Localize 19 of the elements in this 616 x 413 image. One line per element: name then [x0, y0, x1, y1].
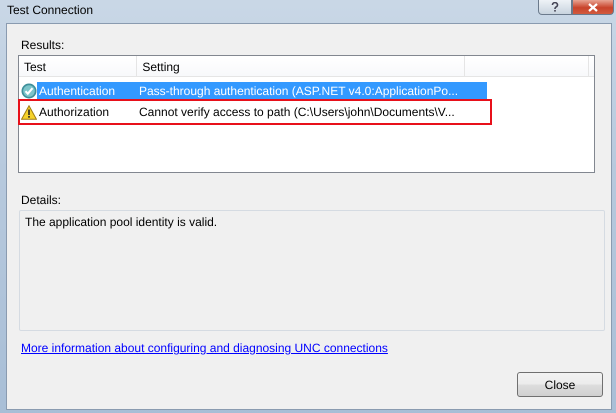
details-label: Details:	[21, 193, 62, 207]
help-link[interactable]: More information about configuring and diagnosing UNC connections	[21, 341, 388, 355]
close-icon	[588, 2, 598, 12]
test-cell-text: Authentication	[38, 84, 116, 98]
test-cell-text: Authorization	[38, 105, 110, 119]
close-window-button[interactable]	[572, 0, 614, 15]
setting-cell-text: Cannot verify access to path (C:\Users\john\Documents\V...	[138, 105, 456, 119]
details-text: The application pool identity is valid.	[25, 215, 218, 229]
window-title: Test Connection	[7, 3, 94, 17]
column-header[interactable]: Setting	[137, 56, 465, 77]
column-header[interactable]: Test	[19, 56, 138, 77]
result-row[interactable]: Authorization Cannot verify access to path (C:\Users\john\Documents\V...	[37, 103, 487, 121]
close-button[interactable]: Close	[517, 372, 603, 397]
check-circle-icon	[21, 83, 37, 99]
help-button[interactable]	[538, 0, 572, 15]
results-label: Results:	[21, 38, 64, 52]
warning-icon	[21, 104, 37, 120]
setting-cell-text: Pass-through authentication (ASP.NET v4.0:ApplicationPo...	[138, 84, 460, 98]
question-mark-icon	[551, 2, 559, 12]
